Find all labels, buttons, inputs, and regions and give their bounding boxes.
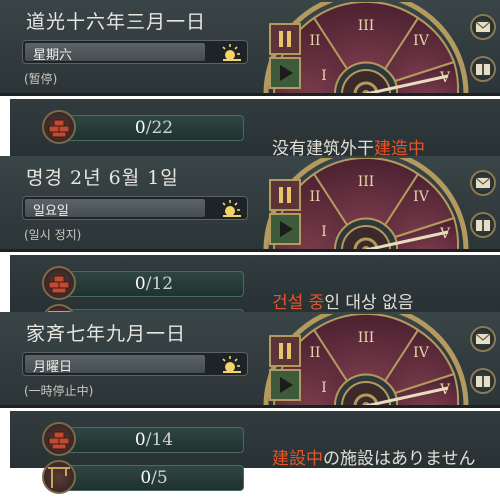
speed-label-ii[interactable]: II: [309, 189, 320, 205]
messages-button[interactable]: [470, 14, 496, 40]
counter-bar: 0/12: [62, 271, 244, 297]
pause-status: (일시 정지): [24, 228, 82, 242]
message-suffix: 인 대상 없음: [324, 293, 414, 312]
counter2-max: /5: [151, 468, 168, 488]
weekday-label: 星期六: [33, 48, 73, 63]
message-suffix: の施設はありません: [323, 449, 476, 469]
journal-button[interactable]: [470, 368, 496, 394]
weekday-field[interactable]: 일요일: [22, 196, 248, 220]
counter-bar: 0/22: [62, 115, 244, 141]
message-highlight: 建設中: [272, 449, 323, 469]
book-icon: [476, 64, 490, 75]
crane-icon: [42, 460, 76, 494]
shipbuilding-counter[interactable]: 0/5: [42, 460, 244, 494]
message-highlight: 건설 중: [272, 293, 325, 312]
sun-icon: [222, 356, 241, 373]
mail-icon: [475, 177, 491, 188]
counter-text: 0/22: [63, 118, 245, 138]
gear-icon: [341, 381, 391, 408]
counter1-max: /22: [145, 118, 174, 138]
speed-label-iii[interactable]: III: [358, 174, 375, 190]
construction-message: 建設中の施設はありません: [272, 444, 476, 469]
game-speed-dial: II III IV I V: [263, 314, 469, 408]
top-bar-panel-2: 명경 2년 6월 1일 일요일 (일시 정지) II III IV I V 0/…: [0, 156, 500, 312]
speed-label-iii[interactable]: III: [358, 330, 375, 346]
speed-label-iv[interactable]: IV: [413, 33, 430, 49]
weekday-label: 月曜日: [33, 360, 73, 375]
speed-label-v[interactable]: V: [439, 382, 451, 398]
speed-label-v[interactable]: V: [439, 226, 451, 242]
counter1-current: 0: [134, 118, 146, 138]
game-speed-dial: II III IV I V: [263, 2, 469, 96]
speed-label-i[interactable]: I: [321, 380, 327, 396]
pause-status: (一時停止中): [24, 384, 94, 398]
speed-label-v[interactable]: V: [439, 70, 451, 86]
mail-icon: [475, 21, 491, 32]
crane-icon: [42, 304, 76, 312]
book-icon: [476, 220, 490, 231]
journal-button[interactable]: [470, 56, 496, 82]
shipbuilding-counter[interactable]: 0/5: [42, 304, 244, 312]
pause-status: (暂停): [24, 72, 58, 86]
counter1-current: 0: [134, 274, 146, 294]
pause-button: [269, 335, 301, 367]
bricks-icon: [42, 110, 76, 144]
pause-button: [269, 23, 301, 55]
date-label: 家斉七年九月一日: [26, 323, 187, 345]
bricks-icon: [42, 266, 76, 300]
speed-label-iv[interactable]: IV: [413, 189, 430, 205]
speed-label-iv[interactable]: IV: [413, 345, 430, 361]
bricks-icon: [42, 422, 76, 456]
gear-icon: [341, 225, 391, 252]
pause-button: [269, 179, 301, 211]
counter-text: 0/14: [63, 430, 245, 450]
gear-icon: [341, 69, 391, 96]
weekday-label: 일요일: [33, 204, 69, 219]
date-label: 명경 2년 6월 1일: [26, 167, 179, 189]
speed-label-iii[interactable]: III: [358, 18, 375, 34]
game-speed-dial: II III IV I V: [263, 158, 469, 252]
top-bar: 道光十六年三月一日 星期六 (暂停) II III IV I V: [0, 0, 500, 96]
counter1-max: /14: [145, 430, 174, 450]
weekday-field[interactable]: 月曜日: [22, 352, 248, 376]
counter-bar: 0/5: [62, 465, 244, 491]
speed-label-i[interactable]: I: [321, 224, 327, 240]
top-bar-panel-3: 家斉七年九月一日 月曜日 (一時停止中) II III IV I V 0/14 …: [0, 312, 500, 500]
top-bar: 명경 2년 6월 1일 일요일 (일시 정지) II III IV I V: [0, 156, 500, 252]
counter-bar: 0/14: [62, 427, 244, 453]
top-bar: 家斉七年九月一日 月曜日 (一時停止中) II III IV I V: [0, 312, 500, 408]
counter2-current: 0: [140, 468, 152, 488]
book-icon: [476, 376, 490, 387]
speed-label-ii[interactable]: II: [309, 345, 320, 361]
message-highlight: 建造中: [374, 139, 425, 156]
mail-icon: [475, 333, 491, 344]
messages-button[interactable]: [470, 326, 496, 352]
sun-icon: [222, 200, 241, 217]
counter1-current: 0: [134, 430, 146, 450]
message-prefix: 没有建筑外干: [272, 139, 374, 156]
counter-text: 0/12: [63, 274, 245, 294]
construction-counter[interactable]: 0/14: [42, 422, 244, 456]
construction-counter[interactable]: 0/12: [42, 266, 244, 300]
construction-message: 没有建筑外干建造中: [272, 134, 425, 156]
construction-counter[interactable]: 0/22: [42, 110, 244, 144]
speed-label-i[interactable]: I: [321, 68, 327, 84]
weekday-field[interactable]: 星期六: [22, 40, 248, 64]
construction-message: 건설 중인 대상 없음: [272, 288, 413, 312]
speed-label-ii[interactable]: II: [309, 33, 320, 49]
counter-text: 0/5: [63, 468, 245, 488]
counter1-max: /12: [145, 274, 174, 294]
messages-button[interactable]: [470, 170, 496, 196]
sun-icon: [222, 44, 241, 61]
top-bar-panel-1: 道光十六年三月一日 星期六 (暂停) II III IV I V 0/22 没有…: [0, 0, 500, 156]
journal-button[interactable]: [470, 212, 496, 238]
date-label: 道光十六年三月一日: [26, 11, 207, 33]
